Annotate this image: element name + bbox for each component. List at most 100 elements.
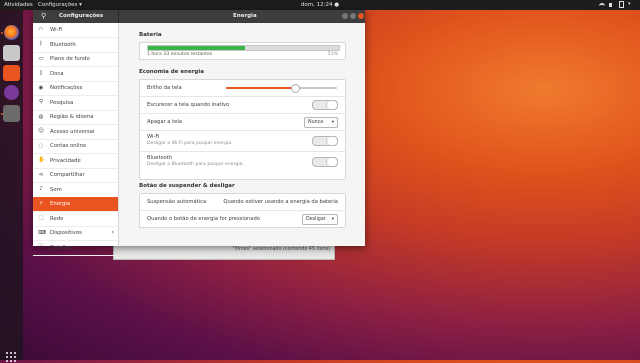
sidebar-item[interactable]: ♪ Som — [33, 183, 118, 198]
sidebar-item[interactable]: ◉ Notificações — [33, 81, 118, 96]
region-icon: ◍ — [38, 113, 44, 120]
sidebar-item-label: Notificações — [50, 85, 83, 91]
grid-icon[interactable] — [5, 351, 17, 363]
wifi-saving-toggle[interactable] — [312, 136, 338, 146]
sidebar-item-label: Privacidade — [50, 157, 81, 164]
settings-window: ⚲ Configurações Energia ◠ Wi-Fi ᛒ Bluetooth… — [33, 10, 365, 256]
firefox-icon[interactable] — [4, 25, 19, 40]
header-divider — [118, 10, 119, 23]
sidebar-item-label: Acesso universal — [50, 128, 95, 135]
bluetooth-saving-label: Bluetooth — [147, 155, 173, 161]
bluetooth-icon: ᛒ — [39, 41, 43, 47]
sidebar-item[interactable]: ☺ Acesso universal — [33, 125, 118, 140]
chevron-right-icon: › — [111, 243, 114, 251]
battery-remaining: 1 hora 33 minutos restantes — [147, 52, 213, 57]
power-button-dropdown[interactable]: Desligar ▾ — [302, 214, 338, 225]
toggle-knob — [326, 101, 337, 109]
sidebar: ◠ Wi-Fi ᛒ Bluetooth ▭ Plano de fundo ▯ Doca ◉ Not… — [33, 23, 119, 256]
help-icon[interactable] — [4, 85, 19, 100]
dim-toggle[interactable] — [312, 100, 338, 110]
share-icon: ⋖ — [38, 171, 44, 178]
blank-screen-row: Apagar a tela Nunca ▾ — [140, 114, 345, 131]
wifi-saving-row: Wi-Fi Desligar o Wi-Fi para poupar energ… — [140, 131, 345, 152]
bluetooth-saving-row: Bluetooth Desligar o Bluetooth para poup… — [140, 152, 345, 172]
wifi-icon: ◠ — [38, 26, 44, 33]
close-button[interactable] — [358, 13, 364, 19]
background-icon: ▭ — [38, 55, 44, 62]
settings-icon[interactable] — [3, 105, 20, 122]
sidebar-item-label: Wi-Fi — [50, 27, 63, 33]
brightness-slider[interactable] — [226, 84, 337, 93]
sidebar-item[interactable]: ◌ Contas online — [33, 139, 118, 154]
suspend-box: Suspensão automática Quando estiver usan… — [139, 193, 346, 228]
files-icon[interactable] — [3, 45, 20, 61]
sidebar-item[interactable]: ⚲ Pesquisa — [33, 96, 118, 111]
search-icon[interactable]: ⚲ — [41, 12, 46, 20]
energy-saving-section-title: Economia de energia — [139, 69, 204, 75]
wifi-saving-description: Desligar o Wi-Fi para poupar energia. — [147, 141, 233, 146]
sidebar-item[interactable]: ⚡ Energia — [33, 197, 118, 212]
sidebar-item-label: Compartilhar — [50, 172, 85, 178]
chevron-right-icon: › — [111, 229, 114, 236]
sidebar-item-label: Bluetooth — [50, 41, 76, 48]
blank-screen-label: Apagar a tela — [147, 119, 182, 125]
chevron-down-icon: ▾ — [628, 1, 631, 7]
sidebar-item[interactable]: ◍ Região & idioma — [33, 110, 118, 125]
sidebar-title: Configurações — [59, 13, 104, 19]
software-icon[interactable] — [3, 65, 20, 81]
power-button-row: Quando o botão de energia for pressionad… — [140, 211, 345, 227]
toggle-knob — [326, 158, 337, 166]
battery-percent: 51% — [327, 52, 338, 57]
sidebar-item[interactable]: ◠ Wi-Fi — [33, 23, 118, 38]
sidebar-item-label: Região & idioma — [50, 114, 94, 120]
sidebar-item[interactable]: ▭ Plano de fundo — [33, 52, 118, 67]
toggle-knob — [326, 137, 337, 145]
sound-icon: ♪ — [39, 186, 43, 192]
power-button-label: Quando o botão de energia for pressionad… — [147, 216, 260, 222]
clock[interactable]: dom, 12:24 ● — [0, 2, 640, 8]
search-icon: ⚲ — [38, 99, 44, 105]
power-panel: Bateria 1 hora 33 minutos restantes 51% … — [119, 23, 365, 246]
sidebar-item-label: Doca — [50, 70, 64, 77]
details-icon: ⓘ — [38, 244, 44, 250]
sidebar-item-label: Dispositivos — [50, 230, 82, 236]
sidebar-item-label: Som — [50, 186, 62, 193]
sidebar-item-label: Pesquisa — [50, 99, 74, 106]
header-bar: ⚲ Configurações Energia — [33, 10, 365, 23]
sidebar-item[interactable]: ⌨ Dispositivos › — [33, 226, 118, 241]
bluetooth-saving-description: Desligar o Bluetooth para poupar energia… — [147, 162, 244, 167]
chevron-down-icon: ▾ — [331, 119, 334, 125]
sidebar-item[interactable]: ᛒ Bluetooth — [33, 38, 118, 53]
battery-level-bar — [147, 45, 340, 51]
sidebar-item[interactable]: ⓘ Detalhes › — [33, 241, 118, 256]
sidebar-item-label: Rede — [50, 215, 64, 222]
system-menu[interactable]: ▾ — [599, 1, 634, 8]
dim-label: Escurecer a tela quando inativo — [147, 102, 230, 108]
blank-screen-value: Nunca — [308, 120, 324, 125]
bluetooth-saving-toggle[interactable] — [312, 157, 338, 167]
devices-icon: ⌨ — [38, 229, 46, 236]
power-icon: ⚡ — [39, 200, 43, 207]
top-bar: Atividades Configurações ▾ dom, 12:24 ● … — [0, 0, 640, 10]
accessibility-icon: ☺ — [38, 128, 44, 134]
wifi-saving-label: Wi-Fi — [147, 134, 160, 140]
battery-icon — [619, 1, 624, 8]
maximize-button[interactable] — [350, 13, 356, 19]
sidebar-item[interactable]: ⋖ Compartilhar — [33, 168, 118, 183]
sidebar-item-label: Contas online — [50, 143, 87, 149]
brightness-fill — [226, 87, 295, 89]
battery-level-fill — [148, 46, 246, 50]
minimize-button[interactable] — [342, 13, 348, 19]
notifications-icon: ◉ — [38, 84, 44, 91]
blank-screen-dropdown[interactable]: Nunca ▾ — [304, 117, 338, 128]
network-icon: ⬚ — [38, 215, 44, 221]
sidebar-item[interactable]: ▯ Doca — [33, 67, 118, 82]
sidebar-item[interactable]: ✋ Privacidade — [33, 154, 118, 169]
dock-icon: ▯ — [39, 70, 43, 76]
dim-row: Escurecer a tela quando inativo — [140, 97, 345, 114]
auto-suspend-value: Quando estiver usando a energia da bater… — [223, 199, 338, 205]
sidebar-item[interactable]: ⬚ Rede — [33, 212, 118, 227]
privacy-icon: ✋ — [38, 157, 45, 163]
brightness-handle[interactable] — [290, 84, 300, 93]
auto-suspend-row[interactable]: Suspensão automática Quando estiver usan… — [140, 194, 345, 211]
